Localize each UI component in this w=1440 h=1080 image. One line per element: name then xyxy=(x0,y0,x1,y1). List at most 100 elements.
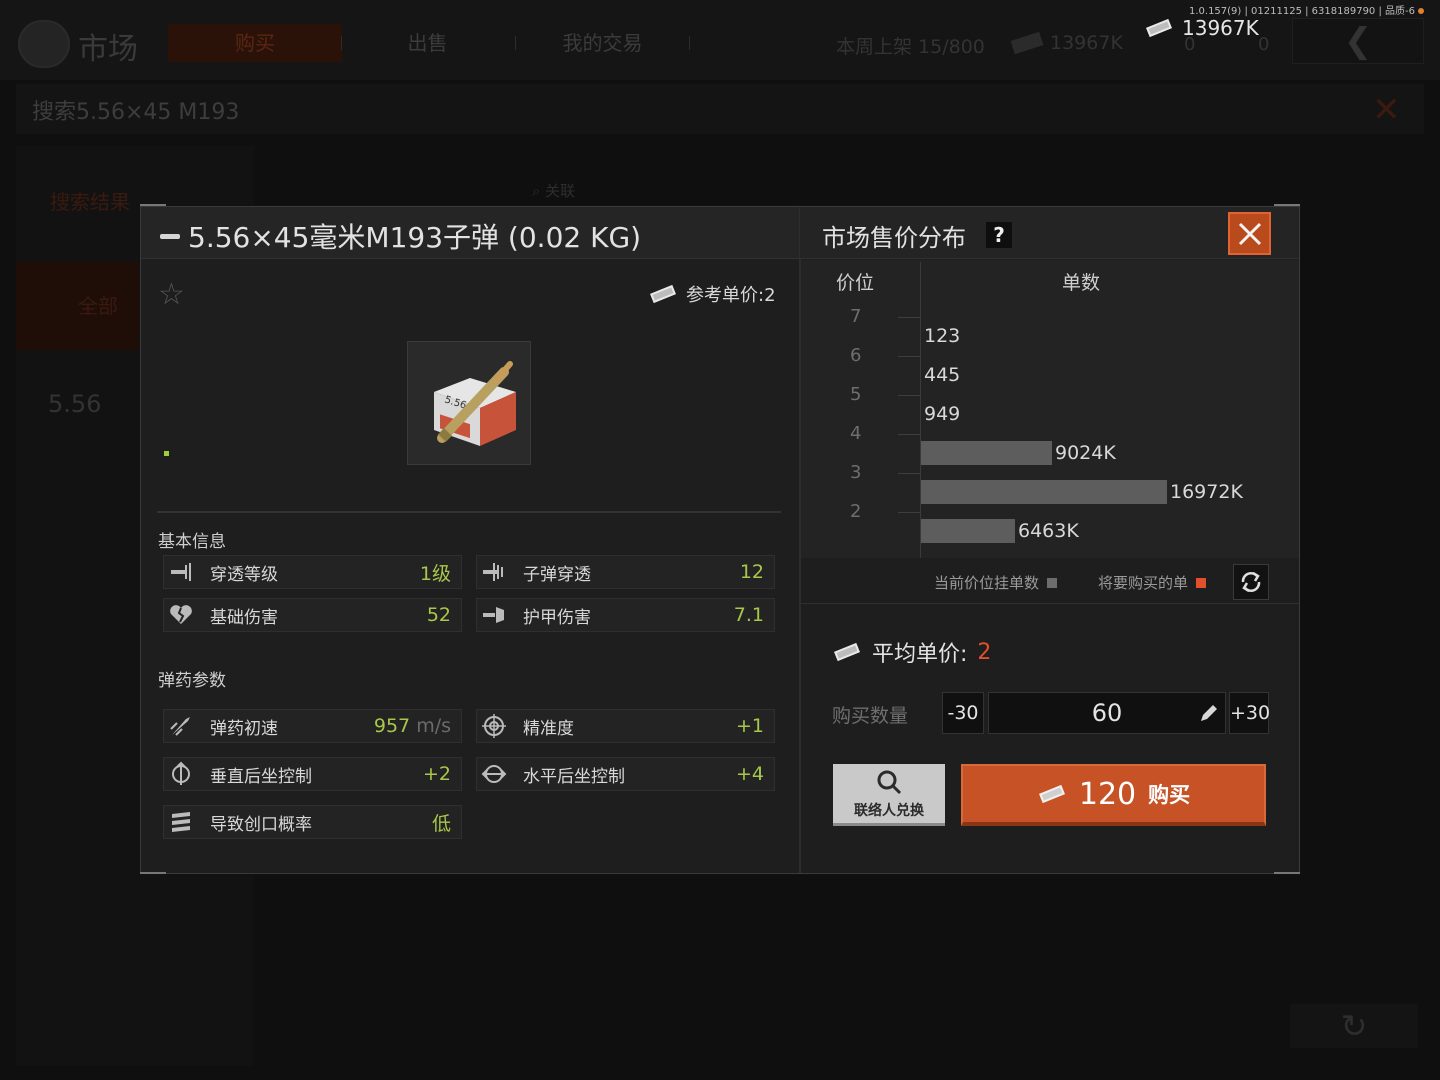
item-title: 5.56×45毫米M193子弹 (0.02 KG) xyxy=(160,216,641,256)
quantity-plus-button[interactable]: +30 xyxy=(1229,692,1270,734)
refresh-button[interactable] xyxy=(1233,564,1269,600)
buy-button[interactable]: 120 购买 xyxy=(961,764,1266,826)
related-button[interactable]: ⌕ 关联 xyxy=(532,180,575,201)
help-icon[interactable]: ? xyxy=(986,222,1012,248)
currency-amount: 13967K xyxy=(1182,16,1259,40)
ammo-params-heading: 弹药参数 xyxy=(158,671,226,691)
favorite-star-icon[interactable]: ☆ xyxy=(158,280,185,310)
order-bar xyxy=(921,519,1015,543)
stat-bleed-chance: 导致创口概率 低 xyxy=(163,805,462,839)
muzzle-velocity-icon xyxy=(164,710,198,742)
modal-corner xyxy=(1274,204,1300,206)
search-icon xyxy=(877,770,902,794)
refresh-icon xyxy=(1241,571,1261,593)
horizontal-recoil-icon xyxy=(477,758,511,790)
tab-buy[interactable]: 购买 xyxy=(168,24,342,62)
order-count-label: 123 xyxy=(924,325,961,347)
money-icon xyxy=(1146,18,1172,38)
filter-all[interactable]: 全部 xyxy=(16,262,140,350)
search-text: 搜索5.56×45 M193 xyxy=(32,100,240,125)
basic-info-heading: 基本信息 xyxy=(158,532,226,552)
modal-corner xyxy=(140,872,166,874)
money-icon xyxy=(834,642,860,662)
reference-price: 参考单价:2 xyxy=(648,281,776,307)
price-tick xyxy=(898,395,920,396)
bleed-icon xyxy=(164,806,198,838)
average-price: 平均单价: 2 xyxy=(832,636,991,668)
order-count-label: 16972K xyxy=(1170,481,1243,503)
bullet-icon xyxy=(160,233,180,239)
price-tick xyxy=(898,356,920,357)
legend-swatch-orange xyxy=(1196,577,1207,588)
status-dot xyxy=(164,451,169,456)
order-count-label: 445 xyxy=(924,364,961,386)
pencil-icon[interactable] xyxy=(1198,702,1220,724)
tab-divider xyxy=(689,36,690,50)
quantity-label: 购买数量 xyxy=(832,705,909,727)
stat-muzzle-velocity: 弹药初速 957 m/s xyxy=(163,709,462,743)
order-bar xyxy=(921,480,1167,504)
contact-exchange-button[interactable]: 联络人兑换 xyxy=(833,764,945,826)
quantity-minus-button[interactable]: -30 xyxy=(942,692,984,734)
price-tick xyxy=(898,512,920,513)
stat-bullet-penetration: 子弹穿透 12 xyxy=(476,555,775,589)
column-orders: 单数 xyxy=(1062,272,1101,294)
order-count-label: 949 xyxy=(924,403,961,425)
stat-base-damage: 基础伤害 52 xyxy=(163,598,462,632)
price-tick-label: 5 xyxy=(850,384,862,405)
price-tick-label: 3 xyxy=(850,462,862,483)
tab-sell[interactable]: 出售 xyxy=(340,24,515,62)
chart-axis xyxy=(920,262,921,558)
item-image: 5.56 xyxy=(407,341,531,465)
crosshair-icon xyxy=(477,710,511,742)
stat-penetration-level: 穿透等级 1级 xyxy=(163,555,462,589)
legend-swatch-grey xyxy=(1047,577,1058,588)
refresh-icon[interactable]: ↻ xyxy=(1290,1004,1418,1048)
close-icon[interactable]: ✕ xyxy=(1372,90,1401,130)
price-tick-label: 2 xyxy=(850,501,862,522)
search-results-label[interactable]: 搜索结果 xyxy=(50,186,130,215)
price-tick xyxy=(898,473,920,474)
ammo-box-icon: 5.56 xyxy=(434,361,516,446)
counter-b: 0 xyxy=(1258,34,1270,55)
price-tick-label: 7 xyxy=(850,306,862,327)
tab-my-trades[interactable]: 我的交易 xyxy=(515,24,690,62)
penetration-icon xyxy=(164,556,198,588)
price-distribution-chart xyxy=(801,260,1299,558)
price-tick-label: 6 xyxy=(850,345,862,366)
money-icon xyxy=(650,284,676,304)
currency-display: 13967K xyxy=(1144,16,1259,40)
chevron-left-icon: ❮ xyxy=(1343,21,1373,61)
price-tick-label: 4 xyxy=(850,423,862,444)
back-button[interactable]: ❮ xyxy=(1292,18,1424,64)
bullet-penetration-icon xyxy=(477,556,511,588)
market-logo xyxy=(18,20,70,68)
price-tick xyxy=(898,317,920,318)
distribution-title: 市场售价分布 xyxy=(822,224,966,252)
divider xyxy=(157,511,781,513)
stat-vertical-recoil: 垂直后坐控制 +2 xyxy=(163,757,462,791)
order-count-label: 6463K xyxy=(1018,520,1079,542)
legend-to-buy: 将要购买的单 xyxy=(1098,572,1207,593)
quantity-input[interactable]: 60 xyxy=(988,692,1226,734)
close-icon xyxy=(1238,222,1261,245)
market-title: 市场 xyxy=(78,32,138,67)
money-icon xyxy=(1038,784,1065,804)
version-info: 1.0.157(9) | 01211125 | 6318189790 | 品质-… xyxy=(1189,2,1424,17)
order-bar xyxy=(921,441,1052,465)
broken-heart-icon xyxy=(164,599,198,631)
modal-corner xyxy=(1274,872,1300,874)
modal-corner xyxy=(140,204,166,206)
legend-current: 当前价位挂单数 xyxy=(934,572,1058,593)
stat-horizontal-recoil: 水平后坐控制 +4 xyxy=(476,757,775,791)
order-count-label: 9024K xyxy=(1055,442,1116,464)
column-price: 价位 xyxy=(836,272,875,294)
armor-damage-icon xyxy=(477,599,511,631)
stat-armor-damage: 护甲伤害 7.1 xyxy=(476,598,775,632)
list-item[interactable]: 5.56 xyxy=(48,390,101,418)
money-balance-dim: 13967K xyxy=(1050,32,1123,54)
stat-accuracy: 精准度 +1 xyxy=(476,709,775,743)
close-button[interactable] xyxy=(1228,212,1271,255)
vertical-recoil-icon xyxy=(164,758,198,790)
price-tick xyxy=(898,434,920,435)
